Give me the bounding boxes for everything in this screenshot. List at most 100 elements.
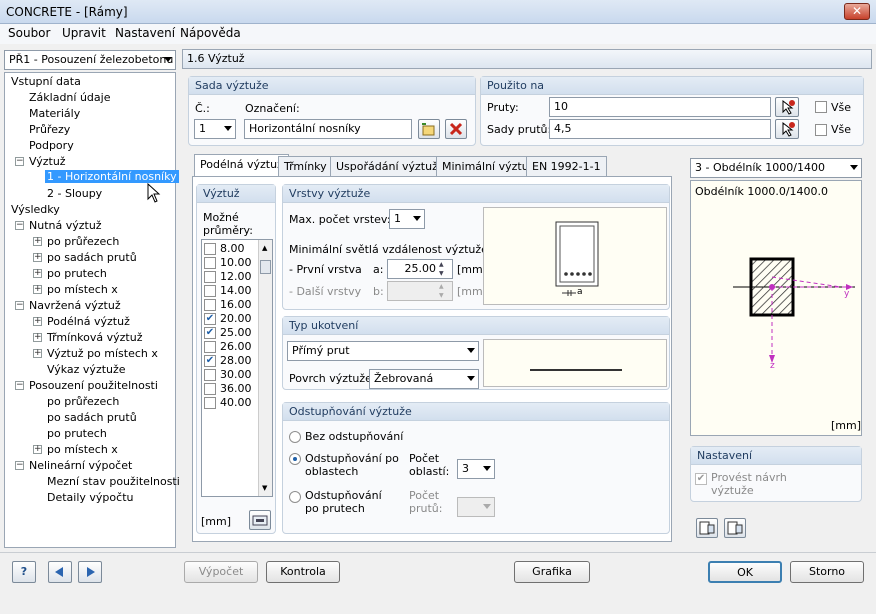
diameter-checkbox[interactable]: ✔ [204,313,216,325]
staggering-members-radio[interactable] [289,491,301,503]
help-icon[interactable]: ? [12,561,36,583]
tab-longitudinal[interactable]: Podélná výztuž [194,154,289,176]
tree-required[interactable]: Nutná výztuž [29,219,102,232]
collapse-icon[interactable]: − [15,221,24,230]
tree-results[interactable]: Výsledky [11,203,60,216]
expand-icon[interactable]: + [33,285,42,294]
tab-arrangement[interactable]: Uspořádání výztuže [330,156,451,176]
tree-nonlinear-sls[interactable]: Mezní stav použitelnosti [47,475,180,488]
staggering-areas-radio[interactable] [289,453,301,465]
expand-icon[interactable]: + [33,269,42,278]
sets-input[interactable]: 4,5 [549,119,771,139]
menu-edit[interactable]: Upravit [62,26,106,40]
diameter-item[interactable]: 8.00 [204,242,258,256]
diameter-checkbox[interactable]: ✔ [204,327,216,339]
tree-service-sets[interactable]: po sadách prutů [47,411,137,424]
diameter-checkbox[interactable] [204,369,216,381]
diameter-checkbox[interactable] [204,383,216,395]
diameter-item[interactable]: 14.00 [204,284,258,298]
expand-icon[interactable]: + [33,317,42,326]
scroll-thumb[interactable] [260,260,271,274]
diameter-item[interactable]: ✔ 20.00 [204,312,258,326]
set-number-select[interactable]: 1 [194,119,236,139]
diameter-item[interactable]: ✔ 28.00 [204,354,258,368]
previous-icon[interactable] [48,561,72,583]
no-staggering-radio[interactable] [289,431,301,443]
tree-basic[interactable]: Základní údaje [29,91,110,104]
close-button[interactable]: ✕ [844,3,870,20]
tree-rebar-1[interactable]: 1 - Horizontální nosníky [45,170,179,183]
all-sets-checkbox[interactable] [815,124,827,136]
check-button[interactable]: Kontrola [266,561,340,583]
tree-materials[interactable]: Materiály [29,107,80,120]
menu-help[interactable]: Nápověda [180,26,241,40]
diameter-checkbox[interactable] [204,299,216,311]
tree-nonlinear-details[interactable]: Detaily výpočtu [47,491,133,504]
diameter-item[interactable]: 36.00 [204,382,258,396]
tab-stirrups[interactable]: Třmínky [278,156,333,176]
diameter-item[interactable]: 26.00 [204,340,258,354]
tree-provided-list[interactable]: Výkaz výztuže [47,363,126,376]
menu-settings[interactable]: Nastavení [115,26,175,40]
tree-provided-x[interactable]: Výztuž po místech x [47,347,158,360]
expand-icon[interactable]: + [33,253,42,262]
tree-provided[interactable]: Navržená výztuž [29,299,121,312]
diameter-item[interactable]: 12.00 [204,270,258,284]
export-left-icon[interactable] [696,518,718,538]
tree-sections[interactable]: Průřezy [29,123,70,136]
collapse-icon[interactable]: − [15,157,24,166]
next-icon[interactable] [78,561,102,583]
delete-set-icon[interactable] [445,119,467,139]
tree-service[interactable]: Posouzení použitelnosti [29,379,158,392]
diameter-item[interactable]: 30.00 [204,368,258,382]
ok-button[interactable]: OK [708,561,782,583]
cancel-button[interactable]: Storno [790,561,864,583]
diameter-checkbox[interactable] [204,271,216,283]
tree-nonlinear[interactable]: Nelineární výpočet [29,459,132,472]
diameter-checkbox[interactable] [204,341,216,353]
tree-required-x[interactable]: po místech x [47,283,118,296]
diameter-checkbox[interactable] [204,243,216,255]
tree-service-members[interactable]: po prutech [47,427,107,440]
diameter-item[interactable]: 16.00 [204,298,258,312]
scrollbar[interactable]: ▲ ▼ [258,240,272,496]
anchorage-type-select[interactable]: Přímý prut [287,341,479,361]
expand-icon[interactable]: + [33,349,42,358]
diameter-settings-icon[interactable] [249,510,271,530]
expand-icon[interactable]: + [33,237,42,246]
diameter-item[interactable]: ✔ 25.00 [204,326,258,340]
tree-required-sets[interactable]: po sadách prutů [47,251,137,264]
tab-en1992[interactable]: EN 1992-1-1 [526,156,607,176]
tree-provided-long[interactable]: Podélná výztuž [47,315,130,328]
all-members-checkbox[interactable] [815,101,827,113]
diameter-item[interactable]: 40.00 [204,396,258,410]
diameter-item[interactable]: 10.00 [204,256,258,270]
graphics-button[interactable]: Grafika [514,561,590,583]
menu-file[interactable]: Soubor [8,26,50,40]
new-set-icon[interactable] [418,119,440,139]
tree-supports[interactable]: Podpory [29,139,74,152]
max-layers-select[interactable]: 1 [389,209,425,229]
case-select[interactable]: PŘ1 - Posouzení železobetonu [4,50,176,70]
tree-rebar[interactable]: Výztuž [29,155,66,168]
tree-service-sections[interactable]: po průřezech [47,395,119,408]
tab-minimum[interactable]: Minimální výztuž [436,156,541,176]
surface-select[interactable]: Žebrovaná [369,369,479,389]
tree-required-sections[interactable]: po průřezech [47,235,119,248]
areas-count-select[interactable]: 3 [457,459,495,479]
collapse-icon[interactable]: − [15,301,24,310]
members-input[interactable]: 10 [549,97,771,117]
expand-icon[interactable]: + [33,445,42,454]
export-right-icon[interactable] [724,518,746,538]
set-name-input[interactable]: Horizontální nosníky [244,119,412,139]
tree-service-x[interactable]: po místech x [47,443,118,456]
tree-input[interactable]: Vstupní data [11,75,81,88]
diameter-checkbox[interactable] [204,397,216,409]
collapse-icon[interactable]: − [15,461,24,470]
section-select[interactable]: 3 - Obdélník 1000/1400 [690,158,862,178]
tree-required-members[interactable]: po prutech [47,267,107,280]
diameter-checkbox[interactable] [204,285,216,297]
collapse-icon[interactable]: − [15,381,24,390]
tree-provided-stirrups[interactable]: Třmínková výztuž [47,331,142,344]
expand-icon[interactable]: + [33,333,42,342]
